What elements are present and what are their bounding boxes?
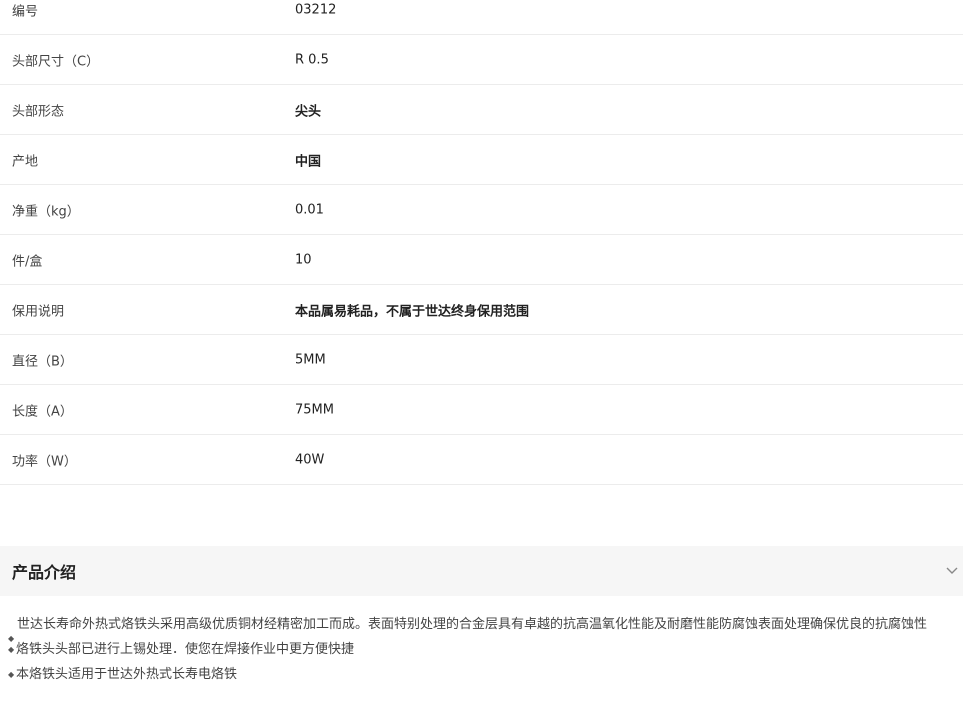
spec-label: 编号 (12, 4, 39, 19)
spec-label: 保用说明 (12, 304, 65, 319)
spec-value: 03212 (295, 2, 337, 17)
spec-value: 5MM (295, 352, 326, 367)
spec-label: 净重（kg） (12, 204, 80, 219)
spec-value: 75MM (295, 402, 334, 417)
intro-text: 世达长寿命外热式烙铁头采用高级优质铜材经精密加工而成。表面特别处理的合金层具有卓… (17, 617, 928, 632)
spec-label: 长度（A） (12, 404, 73, 419)
spec-value: 本品属易耗品，不属于世达终身保用范围 (295, 304, 530, 319)
intro-item: ◆ 烙铁头头部已进行上锡处理．使您在焊接作业中更方便快捷 (0, 637, 963, 662)
intro-item: ◆ 本烙铁头适用于世达外热式长寿电烙铁 (0, 662, 963, 687)
spec-label: 件/盒 (12, 254, 43, 269)
spec-table: 编号 03212 头部尺寸（C） R 0.5 头部形态 尖头 产地 中国 净重（… (0, 0, 963, 485)
spec-row-length: 长度（A） 75MM (0, 385, 963, 435)
spec-label: 功率（W） (12, 454, 77, 469)
intro-item: ◆ 世达长寿命外热式烙铁头采用高级优质铜材经精密加工而成。表面特别处理的合金层具… (0, 612, 963, 643)
spec-row-tip-shape: 头部形态 尖头 (0, 85, 963, 135)
spec-label: 产地 (12, 154, 39, 169)
spec-value: R 0.5 (295, 52, 329, 67)
spec-value: 40W (295, 452, 325, 467)
diamond-bullet-icon: ◆ (8, 645, 15, 654)
chevron-down-icon[interactable] (945, 563, 959, 577)
spec-label: 直径（B） (12, 354, 73, 369)
spec-row-power: 功率（W） 40W (0, 435, 963, 485)
spec-row-diameter: 直径（B） 5MM (0, 335, 963, 385)
spec-label: 头部尺寸（C） (12, 54, 100, 69)
intro-text: 烙铁头头部已进行上锡处理．使您在焊接作业中更方便快捷 (16, 642, 355, 657)
spec-row-warranty: 保用说明 本品属易耗品，不属于世达终身保用范围 (0, 285, 963, 335)
spec-label: 头部形态 (12, 104, 65, 119)
diamond-bullet-icon: ◆ (8, 670, 15, 679)
spec-value: 中国 (295, 154, 322, 169)
intro-text: 本烙铁头适用于世达外热式长寿电烙铁 (16, 667, 238, 682)
product-intro-content: ◆ 世达长寿命外热式烙铁头采用高级优质铜材经精密加工而成。表面特别处理的合金层具… (0, 612, 963, 687)
spec-row-id: 编号 03212 (0, 0, 963, 35)
product-intro-header[interactable]: 产品介绍 (0, 546, 963, 596)
spec-row-tip-size: 头部尺寸（C） R 0.5 (0, 35, 963, 85)
section-title: 产品介绍 (12, 563, 77, 582)
spec-row-pieces-per-box: 件/盒 10 (0, 235, 963, 285)
spec-value: 0.01 (295, 202, 324, 217)
spec-row-origin: 产地 中国 (0, 135, 963, 185)
spec-value: 10 (295, 252, 312, 267)
spec-row-weight: 净重（kg） 0.01 (0, 185, 963, 235)
spec-value: 尖头 (295, 104, 322, 119)
